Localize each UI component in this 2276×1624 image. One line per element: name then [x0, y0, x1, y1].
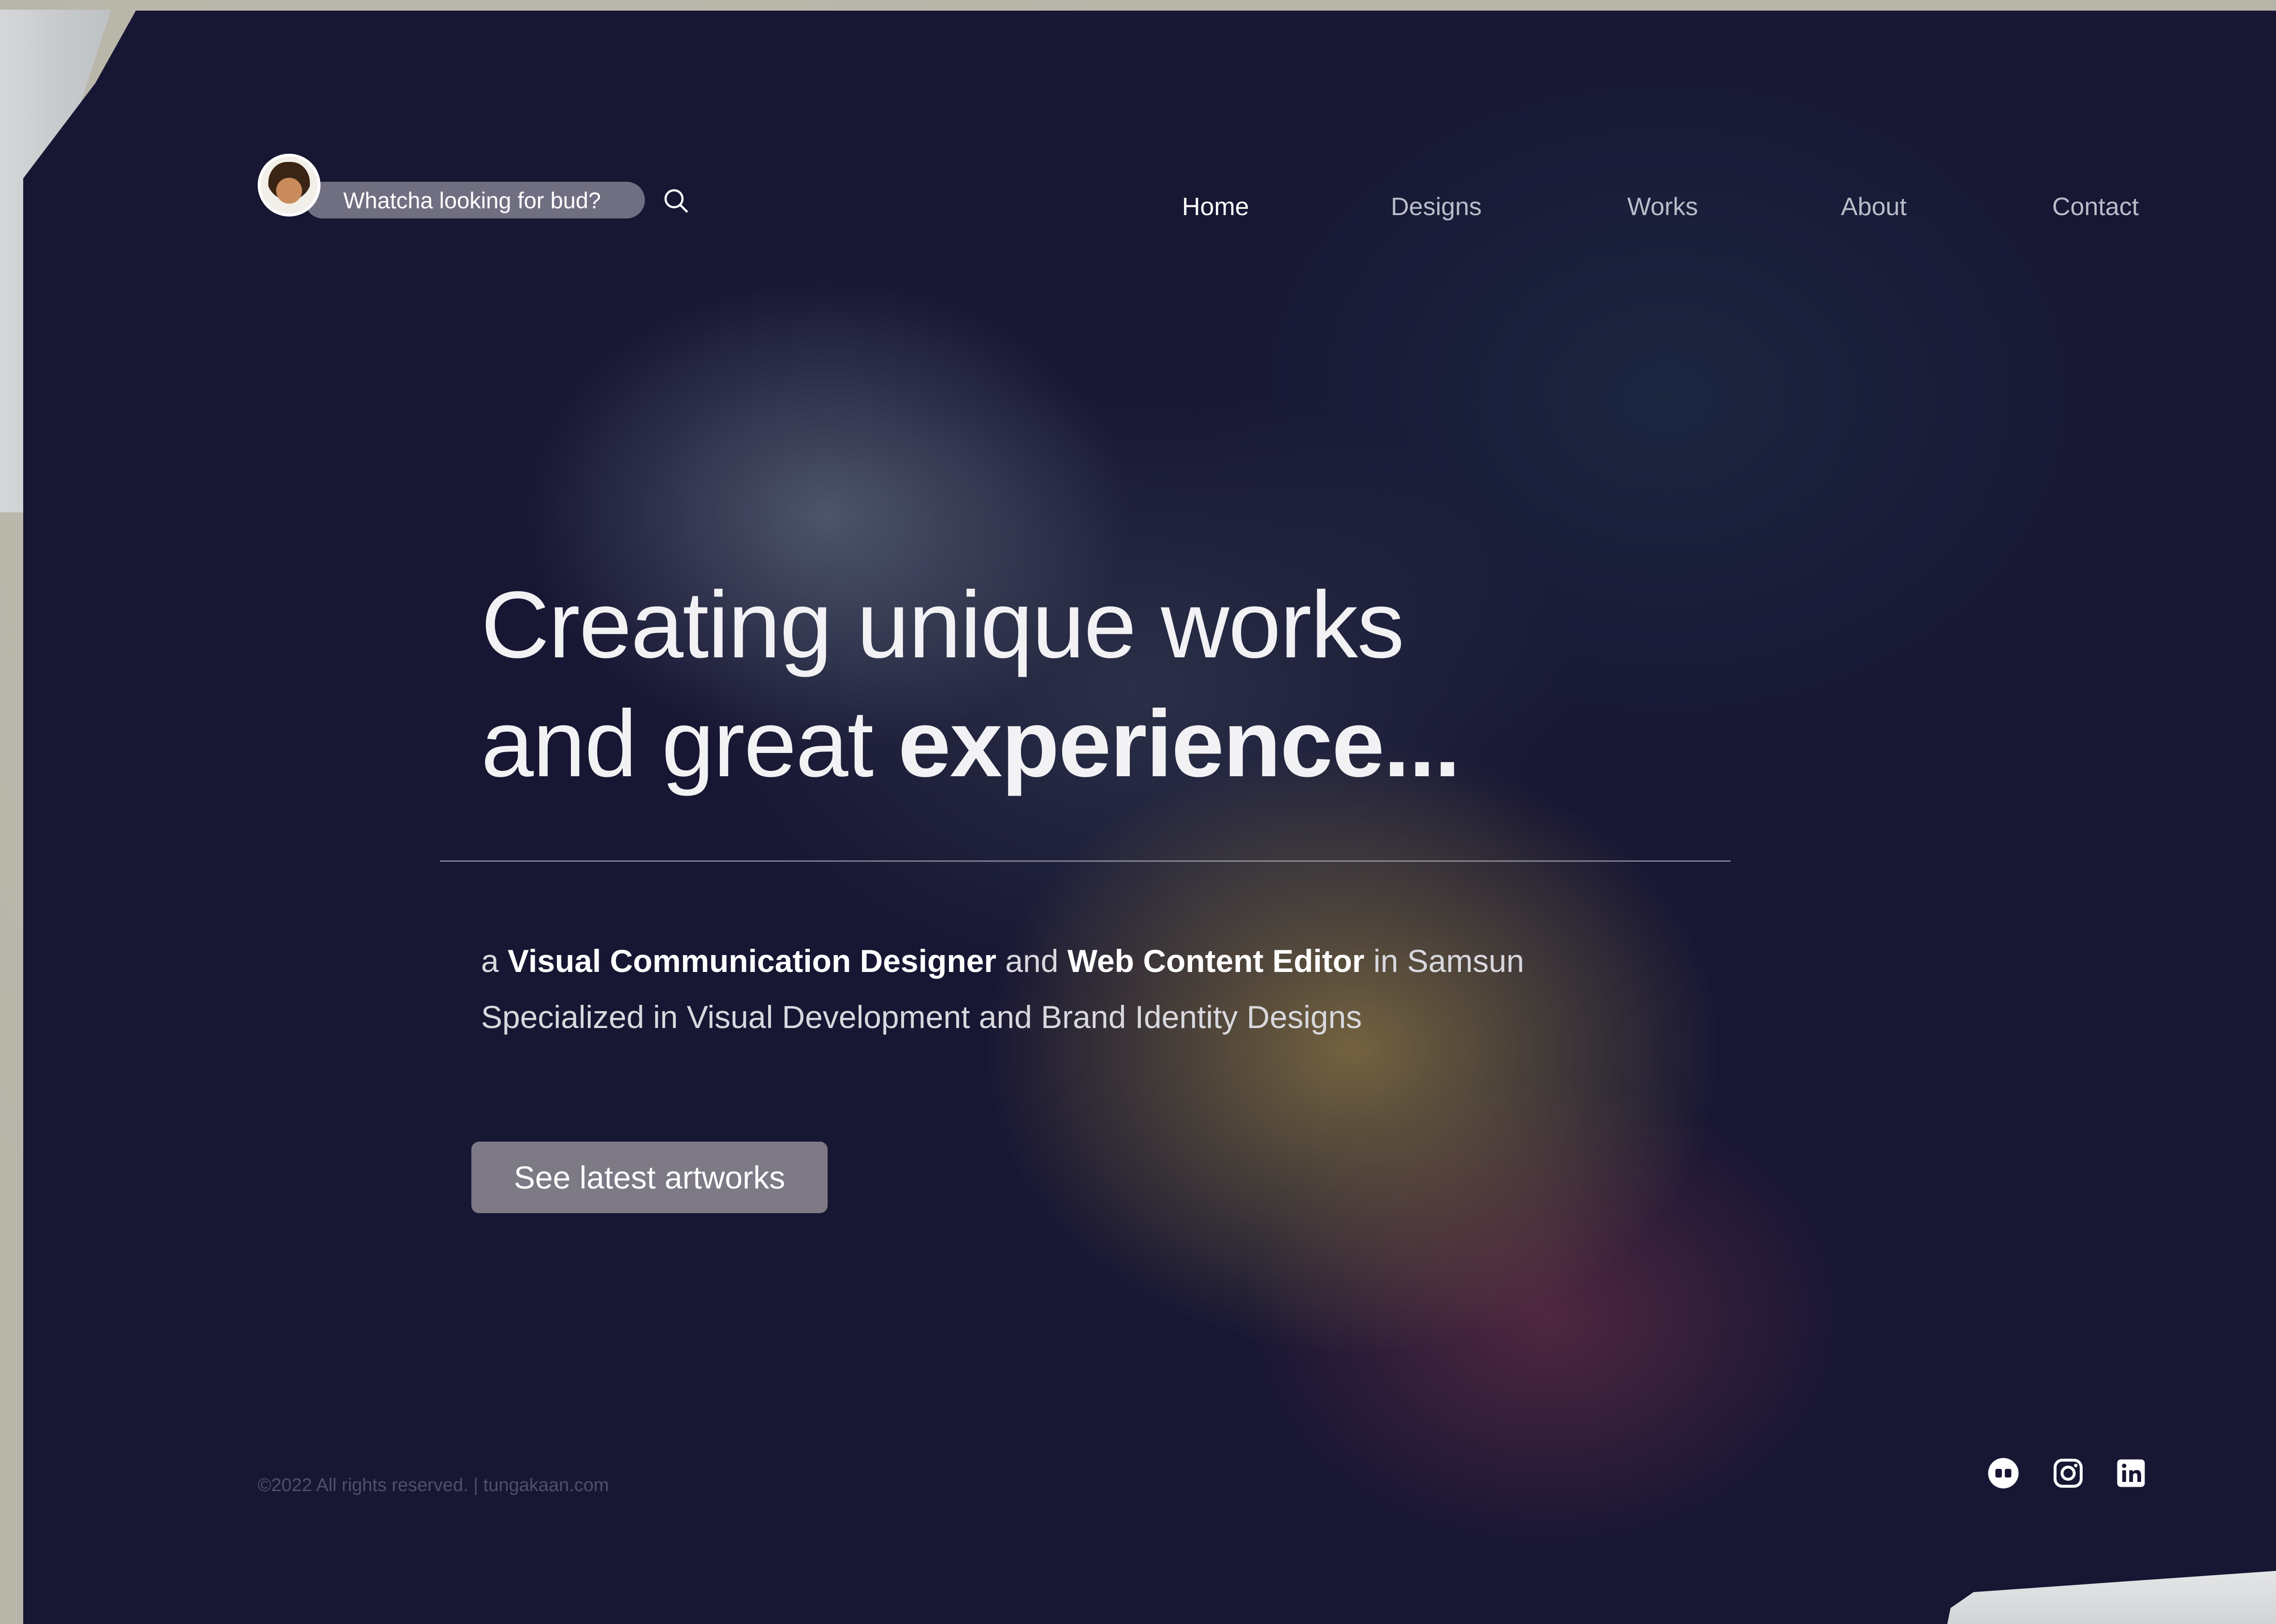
tagline-specialization: Specialized in Visual Development and Br…: [481, 999, 1362, 1035]
nav-contact[interactable]: Contact: [2052, 192, 2139, 221]
hero-tagline: a Visual Communication Designer and Web …: [481, 933, 1835, 1045]
tagline-and: and: [996, 943, 1067, 979]
nav-about[interactable]: About: [1841, 192, 1907, 221]
search-placeholder: Whatcha looking for bud?: [343, 187, 601, 213]
nav-works[interactable]: Works: [1627, 192, 1698, 221]
avatar[interactable]: [258, 154, 321, 217]
headline-emphasis: experience...: [898, 691, 1461, 797]
page-canvas: [23, 11, 2276, 1624]
nav-home[interactable]: Home: [1182, 192, 1249, 221]
instagram-icon[interactable]: [2051, 1456, 2086, 1491]
avatar-face: [268, 162, 310, 208]
tagline-location: in Samsun: [1364, 943, 1524, 979]
hero-divider: [440, 860, 1731, 862]
behance-icon[interactable]: [1986, 1456, 2021, 1491]
nav-designs[interactable]: Designs: [1391, 192, 1482, 221]
hero-headline: Creating unique works and great experien…: [481, 566, 1738, 803]
linkedin-icon[interactable]: [2114, 1456, 2148, 1491]
headline-line-2: and great: [481, 691, 898, 797]
search-bar[interactable]: Whatcha looking for bud?: [305, 182, 645, 218]
tagline-role-2: Web Content Editor: [1067, 943, 1365, 979]
see-latest-artworks-button[interactable]: See latest artworks: [471, 1142, 828, 1213]
copyright-text: ©2022 All rights reserved. | tungakaan.c…: [258, 1475, 609, 1495]
headline-line-1: Creating unique works: [481, 572, 1404, 678]
search-icon[interactable]: [661, 186, 690, 215]
tagline-role-1: Visual Communication Designer: [508, 943, 997, 979]
tagline-prefix: a: [481, 943, 508, 979]
